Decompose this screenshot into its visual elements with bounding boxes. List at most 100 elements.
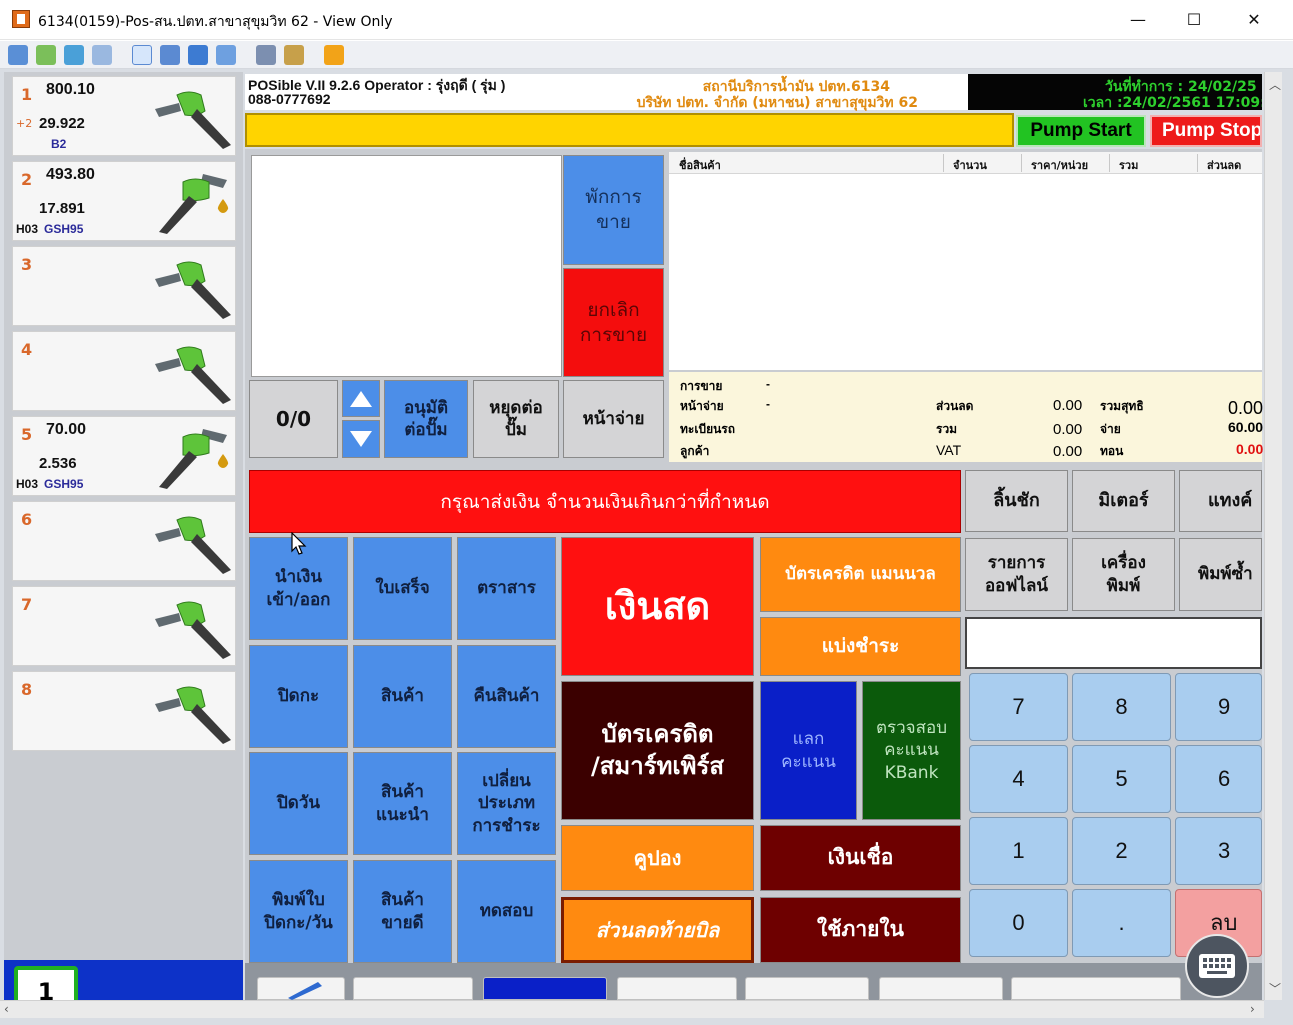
pay-value: - bbox=[766, 397, 770, 411]
approve-pump-button[interactable]: อนุมัติ ต่อปั๊ม bbox=[384, 380, 468, 458]
cash-payment-button[interactable]: เงินสด bbox=[561, 537, 754, 676]
pump-tile-1[interactable]: 1 800.10 +2 29.922 B2 bbox=[12, 76, 236, 156]
pump-tile-6[interactable]: 6 bbox=[12, 501, 236, 581]
coupon-button[interactable]: คูปอง bbox=[561, 825, 754, 891]
check-points-kbank-button[interactable]: ตรวจสอบ คะแนน KBank bbox=[862, 681, 961, 820]
pump-number: 7 bbox=[21, 595, 33, 614]
fullscreen-icon[interactable] bbox=[188, 45, 208, 65]
pump-tile-2[interactable]: 2 493.80 17.891 H03 GSH95 bbox=[12, 161, 236, 241]
key-8[interactable]: 8 bbox=[1072, 673, 1171, 741]
key-decimal[interactable]: . bbox=[1072, 889, 1171, 957]
bill-discount-button[interactable]: ส่วนลดท้ายบิล bbox=[561, 897, 754, 963]
amount-input[interactable] bbox=[965, 617, 1262, 669]
key-5[interactable]: 5 bbox=[1072, 745, 1171, 813]
window-icon[interactable] bbox=[132, 45, 152, 65]
phone-icon[interactable] bbox=[64, 45, 84, 65]
pump-volume: 17.891 bbox=[39, 200, 85, 217]
stamp-button[interactable]: ตราสาร bbox=[457, 537, 556, 640]
return-product-button[interactable]: คืนสินค้า bbox=[457, 645, 556, 748]
close-day-button[interactable]: ปิดวัน bbox=[249, 752, 348, 855]
reprint-button[interactable]: พิมพ์ซ้ำ bbox=[1179, 538, 1262, 611]
bestseller-products-button[interactable]: สินค้า ขายดี bbox=[353, 860, 452, 963]
bottom-button-5[interactable] bbox=[745, 977, 869, 1000]
fuel-nozzle-icon bbox=[155, 346, 231, 404]
installment-button[interactable]: แบ่งชำระ bbox=[760, 617, 961, 676]
scroll-up-button[interactable] bbox=[342, 380, 380, 417]
key-9[interactable]: 9 bbox=[1175, 673, 1262, 741]
credit-card-manual-button[interactable]: บัตรเครดิต แมนนวล bbox=[760, 537, 961, 612]
sale-counter[interactable]: 0/0 bbox=[249, 380, 338, 458]
tank-button[interactable]: แทงค์ bbox=[1179, 470, 1262, 532]
transfer-icon[interactable] bbox=[36, 45, 56, 65]
key-2[interactable]: 2 bbox=[1072, 817, 1171, 885]
scroll-left-icon[interactable]: ‹ bbox=[4, 1002, 9, 1016]
discount-value: 0.00 bbox=[1053, 397, 1083, 414]
close-button[interactable]: ✕ bbox=[1240, 8, 1268, 32]
key-0[interactable]: 0 bbox=[969, 889, 1068, 957]
pump-tile-4[interactable]: 4 bbox=[12, 331, 236, 411]
pump-stop-button[interactable]: Pump Stop bbox=[1150, 115, 1262, 147]
scroll-down-button[interactable] bbox=[342, 420, 380, 458]
pay-screen-button[interactable]: หน้าจ่าย bbox=[563, 380, 664, 458]
redeem-points-button[interactable]: แลก คะแนน bbox=[760, 681, 857, 820]
bottom-button-7[interactable] bbox=[1011, 977, 1181, 1000]
chat-icon[interactable] bbox=[92, 45, 112, 65]
close-session-icon[interactable] bbox=[324, 45, 344, 65]
bottom-button-2[interactable] bbox=[353, 977, 473, 1000]
internal-use-button[interactable]: ใช้ภายใน bbox=[760, 897, 961, 963]
scale-icon[interactable] bbox=[216, 45, 236, 65]
bestseller-line-2: ขายดี bbox=[381, 912, 424, 933]
key-3[interactable]: 3 bbox=[1175, 817, 1262, 885]
pump-tile-7[interactable]: 7 bbox=[12, 586, 236, 666]
key-6[interactable]: 6 bbox=[1175, 745, 1262, 813]
printer-button[interactable]: เครื่อง พิมพ์ bbox=[1072, 538, 1175, 611]
pump-start-button[interactable]: Pump Start bbox=[1016, 115, 1146, 147]
col-qty: จำนวน bbox=[953, 159, 987, 172]
fit-icon[interactable] bbox=[160, 45, 180, 65]
pause-sale-button[interactable]: พักการ ขาย bbox=[563, 155, 664, 265]
multi-window-icon[interactable] bbox=[256, 45, 276, 65]
arrow-down-icon bbox=[350, 431, 372, 447]
drawer-button[interactable]: ลิ้นชัก bbox=[965, 470, 1068, 532]
pump-tile-3[interactable]: 3 bbox=[12, 246, 236, 326]
print-shift-report-button[interactable]: พิมพ์ใบ ปิดกะ/วัน bbox=[249, 860, 348, 963]
pump-tile-8[interactable]: 8 bbox=[12, 671, 236, 751]
products-button[interactable]: สินค้า bbox=[353, 645, 452, 748]
vertical-scrollbar[interactable]: ︿ ﹀ bbox=[1264, 72, 1282, 1000]
bottom-button-4[interactable] bbox=[617, 977, 737, 1000]
virtual-keyboard-button[interactable] bbox=[1185, 934, 1249, 998]
horizontal-scrollbar[interactable]: ‹ › bbox=[0, 1000, 1264, 1018]
test-button[interactable]: ทดสอบ bbox=[457, 860, 556, 963]
minimize-button[interactable]: — bbox=[1124, 8, 1152, 32]
scroll-up-icon[interactable]: ︿ bbox=[1269, 76, 1281, 93]
col-discount: ส่วนลด bbox=[1207, 159, 1242, 172]
paid-label: จ่าย bbox=[1100, 422, 1121, 436]
bottom-button-3[interactable] bbox=[483, 977, 607, 1000]
total-label: รวม bbox=[936, 422, 958, 436]
maximize-button[interactable]: ☐ bbox=[1180, 8, 1208, 32]
stop-pump-button[interactable]: หยุดต่อ ปั๊ม bbox=[473, 380, 559, 458]
monitor-icon[interactable] bbox=[8, 45, 28, 65]
oil-drop-icon bbox=[217, 454, 229, 468]
credit-smart-purse-button[interactable]: บัตรเครดิต/สมาร์ทเพิร์ส bbox=[561, 681, 754, 820]
title-bar: 6134(0159)-Pos-สน.ปตท.สาขาสุขุมวิท 62 - … bbox=[0, 0, 1293, 40]
pump-tile-5[interactable]: 5 70.00 2.536 H03 GSH95 bbox=[12, 416, 236, 496]
close-shift-button[interactable]: ปิดกะ bbox=[249, 645, 348, 748]
key-4[interactable]: 4 bbox=[969, 745, 1068, 813]
change-payment-type-button[interactable]: เปลี่ยน ประเภท การชำระ bbox=[457, 752, 556, 855]
pen-button[interactable] bbox=[257, 977, 345, 1000]
pump-number: 1 bbox=[21, 85, 33, 104]
recommended-products-button[interactable]: สินค้า แนะนำ bbox=[353, 752, 452, 855]
scroll-down-icon[interactable]: ﹀ bbox=[1269, 980, 1281, 997]
cancel-sale-button[interactable]: ยกเลิก การขาย bbox=[563, 268, 664, 377]
bottom-button-6[interactable] bbox=[879, 977, 1003, 1000]
offline-list-button[interactable]: รายการ ออฟไลน์ bbox=[965, 538, 1068, 611]
key-1[interactable]: 1 bbox=[969, 817, 1068, 885]
meter-button[interactable]: มิเตอร์ bbox=[1072, 470, 1175, 532]
receipt-button[interactable]: ใบเสร็จ bbox=[353, 537, 452, 640]
on-credit-button[interactable]: เงินเชื่อ bbox=[760, 825, 961, 891]
tools-icon[interactable] bbox=[284, 45, 304, 65]
scroll-right-icon[interactable]: › bbox=[1250, 1002, 1255, 1016]
key-7[interactable]: 7 bbox=[969, 673, 1068, 741]
col-product: ชื่อสินค้า bbox=[679, 159, 721, 172]
